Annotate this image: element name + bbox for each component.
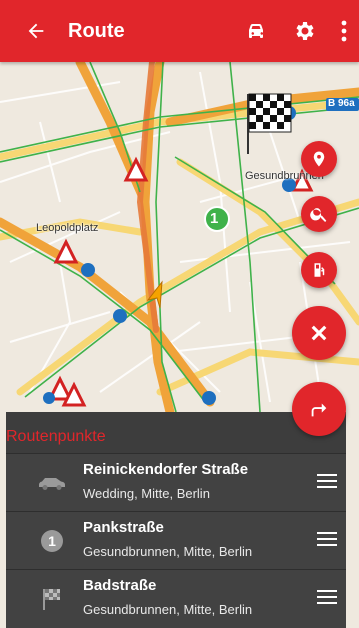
route-panel: Routenpunkte Reinickendorfer Straße Wedd… — [6, 412, 346, 628]
route-point-area: Gesundbrunnen, Mitte, Berlin — [83, 602, 253, 617]
drag-handle-icon[interactable] — [317, 590, 337, 608]
fuel-station-button[interactable] — [301, 252, 337, 288]
waypoint-number-icon: 1 — [36, 529, 68, 553]
waypoint-marker-label: 1 — [210, 210, 219, 227]
more-button[interactable] — [332, 15, 356, 47]
route-point-area: Wedding, Mitte, Berlin — [83, 486, 210, 501]
route-panel-title: Routenpunkte — [6, 428, 106, 445]
back-button[interactable] — [18, 13, 54, 49]
drag-handle-icon[interactable] — [317, 474, 337, 492]
vehicle-button[interactable] — [240, 15, 272, 47]
start-navigation-button[interactable] — [292, 382, 346, 436]
search-button[interactable] — [301, 196, 337, 232]
route-point-name: Badstraße — [83, 577, 157, 594]
settings-button[interactable] — [288, 15, 320, 47]
route-point-row[interactable]: Reinickendorfer Straße Wedding, Mitte, B… — [6, 453, 346, 512]
fuel-station-icon — [314, 263, 325, 277]
app-bar: Route — [0, 0, 359, 62]
drag-handle-icon[interactable] — [317, 532, 337, 550]
location-pin-icon — [313, 151, 325, 167]
route-point-row[interactable]: Badstraße Gesundbrunnen, Mitte, Berlin — [6, 569, 346, 628]
gear-icon — [296, 22, 314, 40]
route-point-name: Pankstraße — [83, 519, 164, 536]
search-icon — [310, 208, 327, 222]
road-badge: B 96a — [328, 98, 355, 109]
route-point-row[interactable]: 1 Pankstraße Gesundbrunnen, Mitte, Berli… — [6, 511, 346, 570]
page-title: Route — [68, 20, 125, 42]
map-label-leopoldplatz: Leopoldplatz — [36, 222, 99, 234]
map-canvas — [0, 62, 359, 412]
map-view[interactable]: Leopoldplatz Gesundbrunnen B 96a 1 — [0, 62, 359, 412]
turn-right-icon — [311, 403, 327, 417]
car-icon — [249, 24, 264, 38]
cancel-route-button[interactable] — [292, 306, 346, 360]
close-icon — [311, 325, 327, 341]
route-point-name: Reinickendorfer Straße — [83, 461, 249, 478]
finish-flag-icon — [36, 587, 68, 611]
car-icon — [36, 471, 68, 495]
arrow-back-icon — [28, 23, 44, 39]
more-vertical-icon — [341, 20, 347, 42]
route-point-area: Gesundbrunnen, Mitte, Berlin — [83, 544, 253, 559]
location-button[interactable] — [301, 141, 337, 177]
